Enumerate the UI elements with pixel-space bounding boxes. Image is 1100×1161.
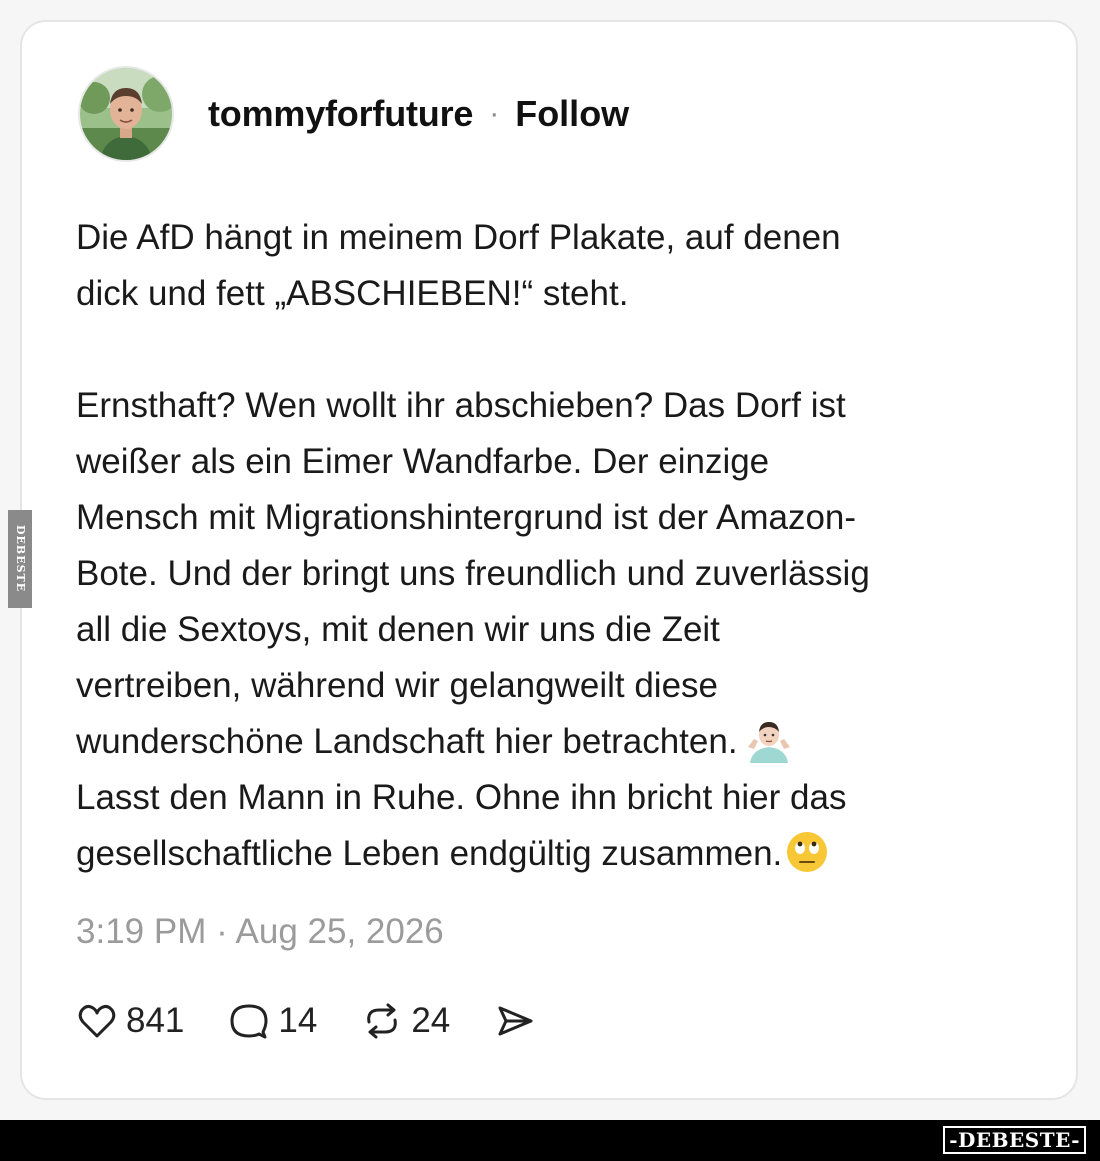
post-header: tommyforfuture · Follow xyxy=(78,66,629,162)
side-watermark: DEBESTE xyxy=(8,510,32,608)
text-line: Ernsthaft? Wen wollt ihr abschieben? Das… xyxy=(76,386,846,425)
text-line: Bote. Und der bringt uns freundlich und … xyxy=(76,554,870,593)
text-line: wunderschöne Landschaft hier betrachten. xyxy=(76,722,738,761)
send-icon xyxy=(498,1006,533,1036)
repost-button[interactable]: 24 xyxy=(361,1000,450,1042)
avatar-photo xyxy=(80,68,172,160)
comment-icon xyxy=(230,1004,268,1039)
separator-dot: · xyxy=(489,97,500,130)
paragraph-1: Die AfD hängt in meinem Dorf Plakate, au… xyxy=(76,210,1016,322)
text-line-with-emoji: wunderschöne Landschaft hier betrachten. xyxy=(76,714,1016,770)
follow-button[interactable]: Follow xyxy=(515,93,629,135)
username[interactable]: tommyforfuture xyxy=(208,93,473,135)
text-line: weißer als ein Eimer Wandfarbe. Der einz… xyxy=(76,442,770,481)
reply-button[interactable]: 14 xyxy=(228,1000,317,1042)
like-button[interactable]: 841 xyxy=(76,1000,184,1042)
avatar[interactable] xyxy=(78,66,174,162)
action-bar: 841 14 24 xyxy=(76,1000,580,1042)
watermark-logo: -DEBESTE- xyxy=(943,1126,1086,1154)
text-line: Die AfD hängt in meinem Dorf Plakate, au… xyxy=(76,218,841,257)
text-line: all die Sextoys, mit denen wir uns die Z… xyxy=(76,610,720,649)
post-card: tommyforfuture · Follow Die AfD hängt in… xyxy=(20,20,1078,1100)
text-line-with-emoji: gesellschaftliche Leben endgültig zusamm… xyxy=(76,826,1016,882)
watermark-bar: -DEBESTE- xyxy=(0,1120,1100,1161)
repost-count: 24 xyxy=(411,1001,451,1040)
reply-count: 14 xyxy=(278,1001,318,1040)
heart-icon xyxy=(78,1004,116,1038)
like-count: 841 xyxy=(126,1001,185,1040)
text-line: dick und fett „ABSCHIEBEN!“ steht. xyxy=(76,274,629,313)
text-line: gesellschaftliche Leben endgültig zusamm… xyxy=(76,834,783,873)
page: tommyforfuture · Follow Die AfD hängt in… xyxy=(0,0,1100,1161)
share-button[interactable] xyxy=(494,1000,536,1042)
eye-roll-emoji-icon xyxy=(784,829,830,875)
post-timestamp: 3:19 PM · Aug 25, 2026 xyxy=(76,912,444,951)
text-line: vertreiben, während wir gelangweilt dies… xyxy=(76,666,719,705)
text-line: Mensch mit Migrationshintergrund ist der… xyxy=(76,498,857,537)
post-body: Die AfD hängt in meinem Dorf Plakate, au… xyxy=(76,210,1016,882)
paragraph-2: Ernsthaft? Wen wollt ihr abschieben? Das… xyxy=(76,378,1016,882)
text-line: Lasst den Mann in Ruhe. Ohne ihn bricht … xyxy=(76,778,847,817)
repost-icon xyxy=(367,1003,398,1039)
shrug-emoji-icon xyxy=(746,717,792,763)
